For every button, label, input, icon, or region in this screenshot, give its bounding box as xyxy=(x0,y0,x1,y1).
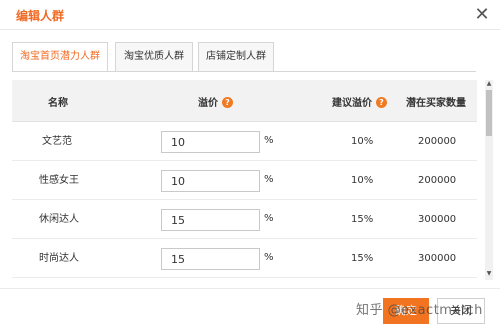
watermark: 知乎 @exactmatch xyxy=(356,303,483,318)
row-buyers: 200000 xyxy=(418,136,457,147)
tab-divider xyxy=(12,71,476,72)
column-header-name: 名称 xyxy=(48,98,68,109)
row-buyers: 200000 xyxy=(418,175,457,186)
row-suggested: 10% xyxy=(351,136,374,147)
scroll-up-icon[interactable]: ▲ xyxy=(485,80,493,88)
table-row: 休闲达人 % 15% 300000 xyxy=(12,200,477,239)
premium-help-icon[interactable]: ? xyxy=(222,97,233,108)
row-buyers: 300000 xyxy=(418,214,457,225)
row-name: 文艺范 xyxy=(42,136,72,147)
scroll-thumb[interactable] xyxy=(486,90,492,136)
row-buyers: 300000 xyxy=(418,253,457,264)
scroll-down-icon[interactable]: ▼ xyxy=(485,270,493,278)
dialog-header: 编辑人群 ✕ xyxy=(0,0,500,30)
table-row: 时尚达人 % 15% 300000 xyxy=(12,239,477,278)
premium-input[interactable] xyxy=(161,170,260,192)
percent-unit: % xyxy=(264,174,274,185)
percent-unit: % xyxy=(264,135,274,146)
table-header: 名称 溢价? 建议溢价? 潜在买家数量 xyxy=(12,80,477,122)
row-name: 时尚达人 xyxy=(39,253,79,264)
suggested-help-icon[interactable]: ? xyxy=(376,97,387,108)
table-scrollbar[interactable]: ▲ ▼ xyxy=(485,80,493,280)
column-header-suggested: 建议溢价? xyxy=(332,94,387,109)
row-suggested: 15% xyxy=(351,253,374,264)
tab-taobao-home-potential[interactable]: 淘宝首页潜力人群 xyxy=(12,42,108,72)
edit-audience-dialog: 编辑人群 ✕ 淘宝首页潜力人群 淘宝优质人群 店铺定制人群 名称 溢价? 建议溢… xyxy=(0,0,500,331)
row-name: 性感女王 xyxy=(39,175,79,186)
table-row: 性感女王 % 10% 200000 xyxy=(12,161,477,200)
percent-unit: % xyxy=(264,252,274,263)
close-icon[interactable]: ✕ xyxy=(470,3,494,27)
audience-table: 名称 溢价? 建议溢价? 潜在买家数量 文艺范 % 10% 200000 性感女… xyxy=(12,80,477,280)
column-header-premium-label: 溢价 xyxy=(198,98,218,109)
dialog-title: 编辑人群 xyxy=(16,9,65,23)
row-suggested: 10% xyxy=(351,175,374,186)
column-header-buyers: 潜在买家数量 xyxy=(406,98,466,109)
percent-unit: % xyxy=(264,213,274,224)
table-row: 文艺范 % 10% 200000 xyxy=(12,122,477,161)
row-name: 休闲达人 xyxy=(39,214,79,225)
column-header-premium: 溢价? xyxy=(198,94,233,109)
premium-input[interactable] xyxy=(161,248,260,270)
row-suggested: 15% xyxy=(351,214,374,225)
column-header-suggested-label: 建议溢价 xyxy=(332,98,372,109)
premium-input[interactable] xyxy=(161,209,260,231)
tab-store-custom[interactable]: 店铺定制人群 xyxy=(198,42,274,72)
premium-input[interactable] xyxy=(161,131,260,153)
tab-taobao-quality[interactable]: 淘宝优质人群 xyxy=(115,42,193,72)
